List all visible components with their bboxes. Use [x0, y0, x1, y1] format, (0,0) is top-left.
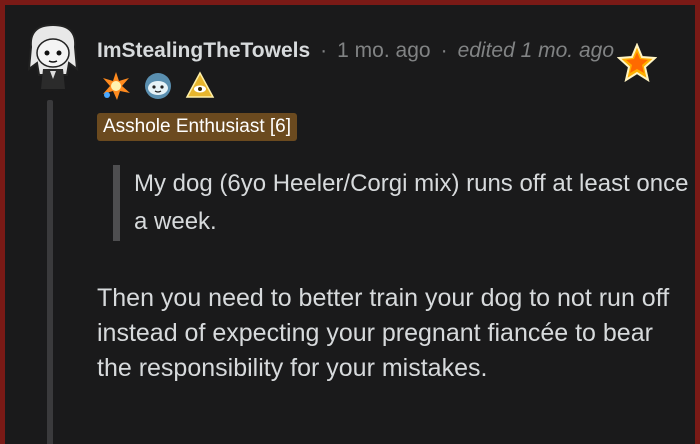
comment-card: ImStealingTheTowels · 1 mo. ago · edited… — [0, 0, 700, 444]
username-link[interactable]: ImStealingTheTowels — [97, 39, 310, 63]
separator-dot: · — [440, 39, 448, 62]
comment-body: Then you need to better train your dog t… — [97, 284, 670, 382]
avatar[interactable] — [23, 19, 83, 91]
thread-collapse-line[interactable] — [47, 100, 53, 444]
starburst-award-icon[interactable] — [101, 71, 131, 101]
star-award-icon[interactable] — [616, 42, 658, 83]
edited-timestamp: edited 1 mo. ago — [457, 39, 615, 62]
blockquote: My dog (6yo Heeler/Corgi mix) runs off a… — [113, 165, 694, 241]
award-row — [101, 71, 215, 101]
timestamp[interactable]: 1 mo. ago — [337, 39, 430, 63]
cloud-face-award-icon[interactable] — [143, 71, 173, 101]
comment-header: ImStealingTheTowels · 1 mo. ago · edited… — [97, 37, 614, 65]
user-flair: Asshole Enthusiast [6] — [97, 113, 297, 141]
golden-eye-award-icon[interactable] — [185, 71, 215, 101]
separator-dot: · — [320, 39, 328, 62]
